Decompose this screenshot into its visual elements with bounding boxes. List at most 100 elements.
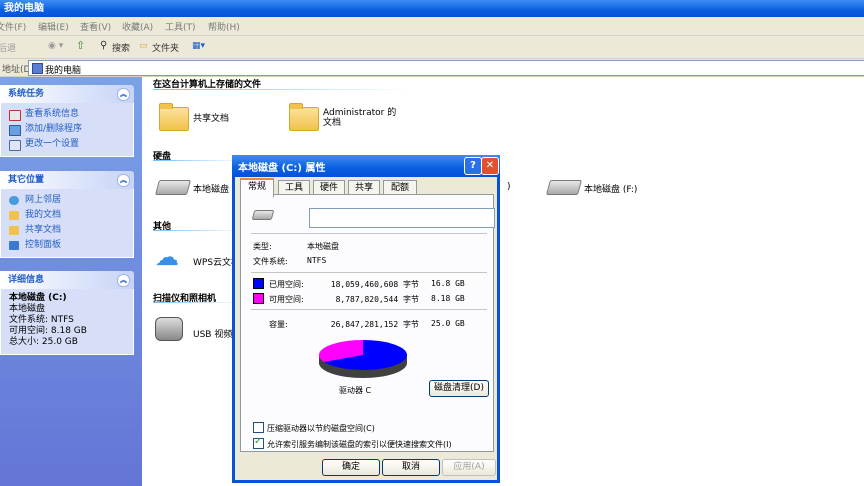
apply-button[interactable]: 应用(A) — [442, 459, 496, 476]
collapse-icon[interactable]: ︽ — [117, 274, 130, 287]
details-header[interactable]: 详细信息 ︽ — [0, 271, 134, 289]
task-label: 查看系统信息 — [25, 109, 80, 119]
folder-icon — [9, 226, 19, 235]
index-label[interactable]: 允许索引服务编制该磁盘的索引以便快速搜索文件(I) — [267, 439, 452, 450]
tab-hardware[interactable]: 硬件 — [313, 180, 345, 195]
admin-documents-label[interactable]: Administrator 的文档 — [323, 108, 403, 128]
dialog-title: 本地磁盘 (C:) 属性 — [238, 163, 326, 174]
up-folder-icon[interactable]: ⇧ — [76, 39, 85, 52]
drive-letter-label: 驱动器 C — [339, 386, 372, 395]
tab-sharing[interactable]: 共享 — [348, 180, 380, 195]
menu-tools[interactable]: 工具(T) — [165, 20, 196, 33]
details-type: 本地磁盘 — [9, 304, 46, 314]
type-value: 本地磁盘 — [307, 242, 339, 251]
index-checkbox[interactable] — [253, 436, 264, 449]
search-icon[interactable]: ⚲ — [100, 40, 107, 51]
shared-documents-label[interactable]: 共享文档 — [193, 111, 229, 124]
network-icon — [9, 196, 19, 205]
close-icon[interactable]: ✕ — [481, 157, 499, 175]
drive-label-fragment[interactable]: ) — [507, 182, 511, 192]
system-info-icon — [9, 110, 21, 121]
section-divider — [153, 302, 243, 303]
menu-help[interactable]: 帮助(H) — [208, 20, 240, 33]
task-add-remove-programs[interactable]: 添加/删除程序 — [9, 122, 125, 137]
drive-c-label[interactable]: 本地磁盘 — [193, 182, 229, 195]
details-total: 总大小: 25.0 GB — [9, 337, 78, 347]
used-gb: 16.8 GB — [431, 279, 465, 288]
details-title: 详细信息 — [8, 275, 45, 285]
programs-icon — [9, 125, 21, 136]
menu-view[interactable]: 查看(V) — [80, 20, 111, 33]
task-change-setting[interactable]: 更改一个设置 — [9, 137, 125, 152]
compress-label[interactable]: 压缩驱动器以节约磁盘空间(C) — [267, 423, 375, 434]
folder-icon[interactable] — [289, 103, 319, 131]
section-divider — [153, 230, 243, 231]
control-panel-icon — [9, 140, 21, 151]
general-tab-panel: 类型: 本地磁盘 文件系统: NTFS 已用空间: 18,059,460,608… — [240, 194, 495, 452]
free-gb: 8.18 GB — [431, 294, 465, 303]
dialog-title-bar[interactable]: 本地磁盘 (C:) 属性 ? ✕ — [232, 155, 500, 177]
used-label: 已用空间: — [269, 280, 304, 289]
address-input[interactable]: 我的电脑 — [28, 60, 864, 76]
hard-drive-icon[interactable] — [154, 180, 192, 195]
details-filesystem: 文件系统: NTFS — [9, 315, 74, 325]
hard-drive-icon[interactable] — [545, 180, 583, 195]
system-tasks-title: 系统任务 — [8, 89, 45, 99]
place-label: 控制面板 — [25, 240, 62, 250]
task-view-system-info[interactable]: 查看系统信息 — [9, 107, 125, 122]
system-tasks-header[interactable]: 系统任务 ︽ — [0, 85, 134, 103]
capacity-label: 容量: — [269, 320, 288, 329]
window-title: 我的电脑 — [4, 3, 44, 14]
free-bytes: 8,787,820,544 字节 — [335, 295, 419, 304]
drive-f-label[interactable]: 本地磁盘 (F:) — [584, 182, 637, 195]
place-my-documents[interactable]: 我的文档 — [9, 208, 125, 223]
toolbar: 后退 ◉ ▾ ⇧ ⚲ 搜索 ▭ 文件夹 ▦▾ — [0, 36, 864, 59]
folders-button[interactable]: 文件夹 — [152, 41, 179, 54]
used-space-swatch — [253, 278, 264, 289]
filesystem-value: NTFS — [307, 256, 327, 265]
filesystem-label: 文件系统: — [253, 257, 288, 266]
tab-quota[interactable]: 配额 — [383, 180, 417, 195]
free-space-swatch — [253, 293, 264, 304]
place-control-panel[interactable]: 控制面板 — [9, 238, 125, 253]
details-panel: 详细信息 ︽ 本地磁盘 (C:) 本地磁盘 文件系统: NTFS 可用空间: 8… — [0, 271, 134, 355]
back-button[interactable]: 后退 — [0, 41, 16, 54]
cancel-button[interactable]: 取消 — [382, 459, 440, 476]
search-button[interactable]: 搜索 — [112, 41, 130, 54]
tab-general[interactable]: 常规 — [240, 178, 274, 197]
computer-icon — [32, 63, 43, 74]
address-value: 我的电脑 — [45, 66, 82, 76]
place-shared-documents[interactable]: 共享文档 — [9, 223, 125, 238]
folder-icon[interactable] — [159, 103, 189, 131]
properties-dialog: 本地磁盘 (C:) 属性 ? ✕ 常规 工具 硬件 共享 配额 类型: 本地磁盘… — [232, 155, 500, 483]
folders-icon: ▭ — [139, 41, 148, 51]
tab-tools[interactable]: 工具 — [278, 180, 310, 195]
collapse-icon[interactable]: ︽ — [117, 88, 130, 101]
capacity-gb: 25.0 GB — [431, 319, 465, 328]
menu-file[interactable]: 文件(F) — [0, 20, 26, 33]
folder-icon — [9, 211, 19, 220]
details-free: 可用空间: 8.18 GB — [9, 326, 87, 336]
window-title-bar[interactable]: 我的电脑 — [0, 0, 864, 17]
menu-favorites[interactable]: 收藏(A) — [122, 20, 153, 33]
section-divider — [153, 160, 243, 161]
separator — [251, 272, 487, 273]
other-places-header[interactable]: 其它位置 ︽ — [0, 171, 134, 189]
volume-label-input[interactable] — [309, 208, 495, 228]
views-icon[interactable]: ▦▾ — [192, 41, 205, 51]
help-button[interactable]: ? — [464, 157, 482, 175]
collapse-icon[interactable]: ︽ — [117, 174, 130, 187]
place-label: 网上邻居 — [25, 195, 62, 205]
ok-button[interactable]: 确定 — [322, 459, 380, 476]
forward-icon[interactable]: ◉ ▾ — [48, 41, 63, 51]
webcam-icon[interactable] — [155, 317, 183, 341]
separator — [251, 233, 487, 234]
used-bytes: 18,059,460,608 字节 — [330, 280, 419, 289]
menu-bar: 文件(F) 编辑(E) 查看(V) 收藏(A) 工具(T) 帮助(H) — [0, 17, 864, 36]
compress-checkbox[interactable] — [253, 422, 264, 433]
cloud-icon[interactable]: ☁ — [155, 245, 179, 269]
task-label: 添加/删除程序 — [25, 124, 83, 134]
disk-cleanup-button[interactable]: 磁盘清理(D) — [429, 380, 489, 397]
place-network[interactable]: 网上邻居 — [9, 193, 125, 208]
menu-edit[interactable]: 编辑(E) — [38, 20, 69, 33]
